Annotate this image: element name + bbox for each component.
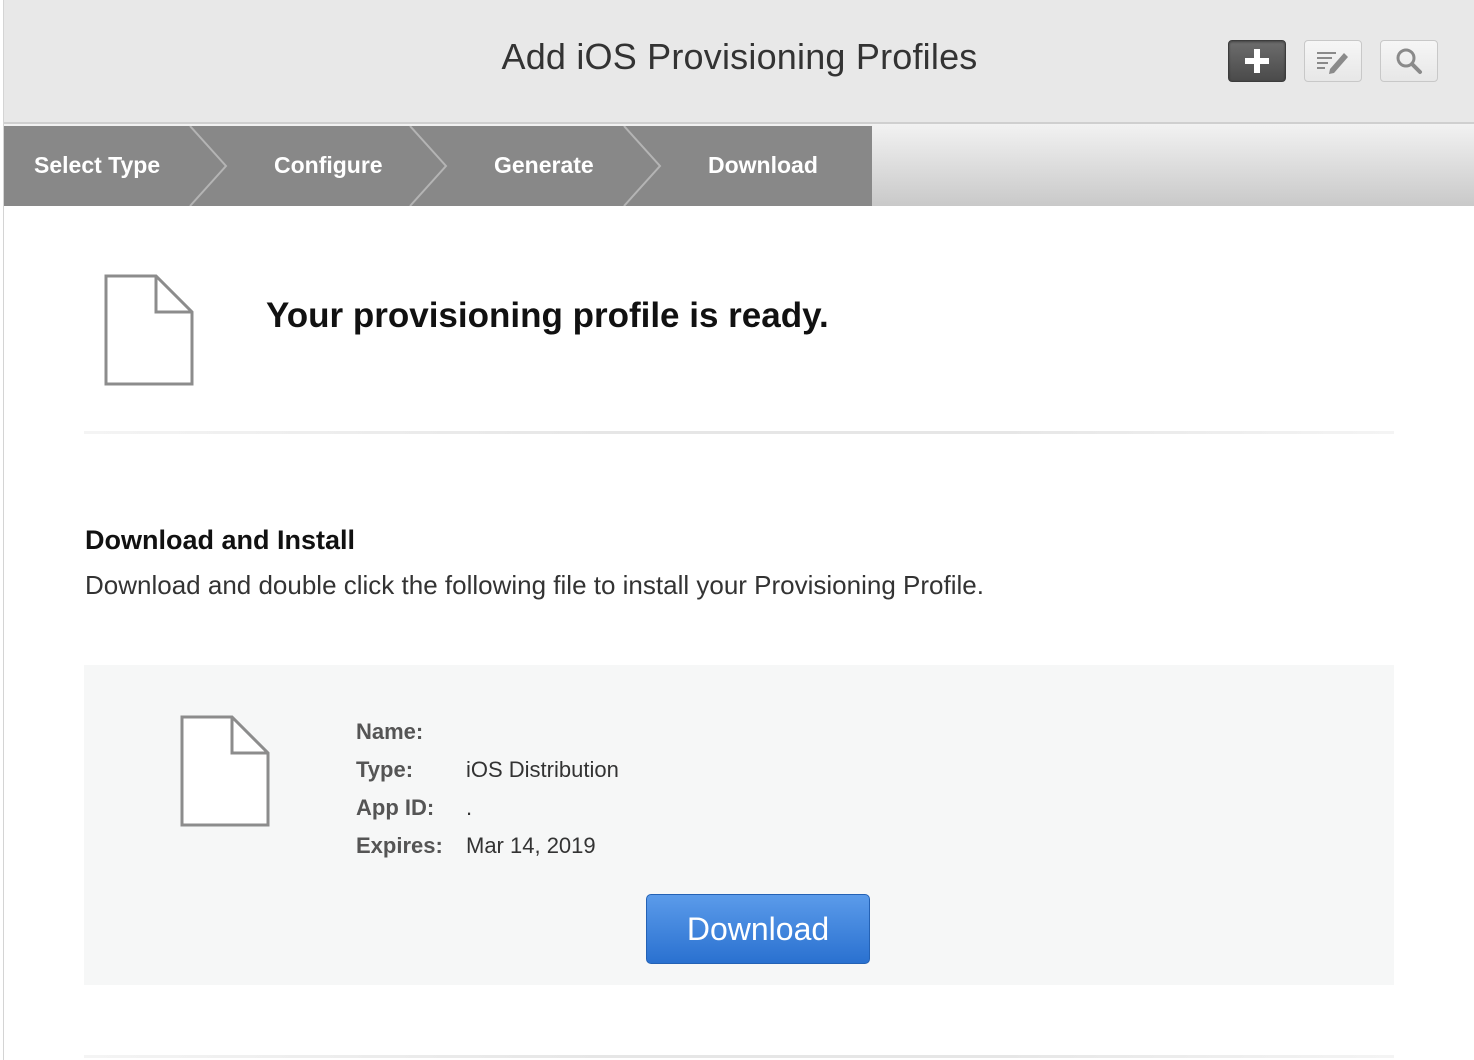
profile-expires-row: Expires: Mar 14, 2019 — [356, 833, 596, 859]
step-progress-bar: Select Type Configure Generate Download — [4, 124, 1474, 206]
ready-title: Your provisioning profile is ready. — [266, 296, 829, 335]
add-button[interactable] — [1228, 40, 1286, 82]
step-download: Download — [708, 152, 818, 178]
profile-panel: Name: Type: iOS Distribution App ID:. Exp… — [84, 665, 1394, 985]
header-bar: Add iOS Provisioning Profiles — [4, 0, 1474, 124]
plus-icon — [1245, 49, 1269, 73]
document-icon — [104, 274, 194, 386]
download-install-heading: Download and Install — [85, 525, 356, 555]
profile-type-row: Type: iOS Distribution — [356, 757, 619, 783]
step-separator-icon — [189, 126, 228, 206]
document-icon — [180, 715, 270, 827]
field-label: Name: — [356, 719, 424, 744]
profile-expires-value: Mar 14, 2019 — [466, 833, 596, 858]
divider — [84, 1055, 1394, 1058]
step-configure: Configure — [274, 152, 383, 178]
search-icon — [1396, 48, 1422, 74]
profile-name-row: Name: — [356, 719, 466, 745]
field-label: App ID: — [356, 795, 435, 820]
profile-app-id-value: . — [466, 795, 473, 820]
field-label: Expires: — [356, 833, 443, 858]
page-frame: Add iOS Provisioning Profiles Select Typ… — [3, 0, 1474, 1060]
profile-app-id-row: App ID:. — [356, 795, 472, 821]
divider — [84, 431, 1394, 434]
search-button[interactable] — [1380, 40, 1438, 82]
download-install-description: Download and double click the following … — [85, 570, 984, 600]
profile-type-value: iOS Distribution — [466, 757, 619, 782]
step-generate: Generate — [494, 152, 594, 178]
steps-container: Select Type Configure Generate Download — [4, 126, 872, 206]
edit-icon — [1317, 52, 1348, 74]
edit-button[interactable] — [1304, 40, 1362, 82]
step-separator-icon — [623, 126, 662, 206]
step-select-type: Select Type — [34, 152, 161, 178]
download-button[interactable]: Download — [646, 894, 870, 964]
field-label: Type: — [356, 757, 414, 782]
step-separator-icon — [409, 126, 448, 206]
